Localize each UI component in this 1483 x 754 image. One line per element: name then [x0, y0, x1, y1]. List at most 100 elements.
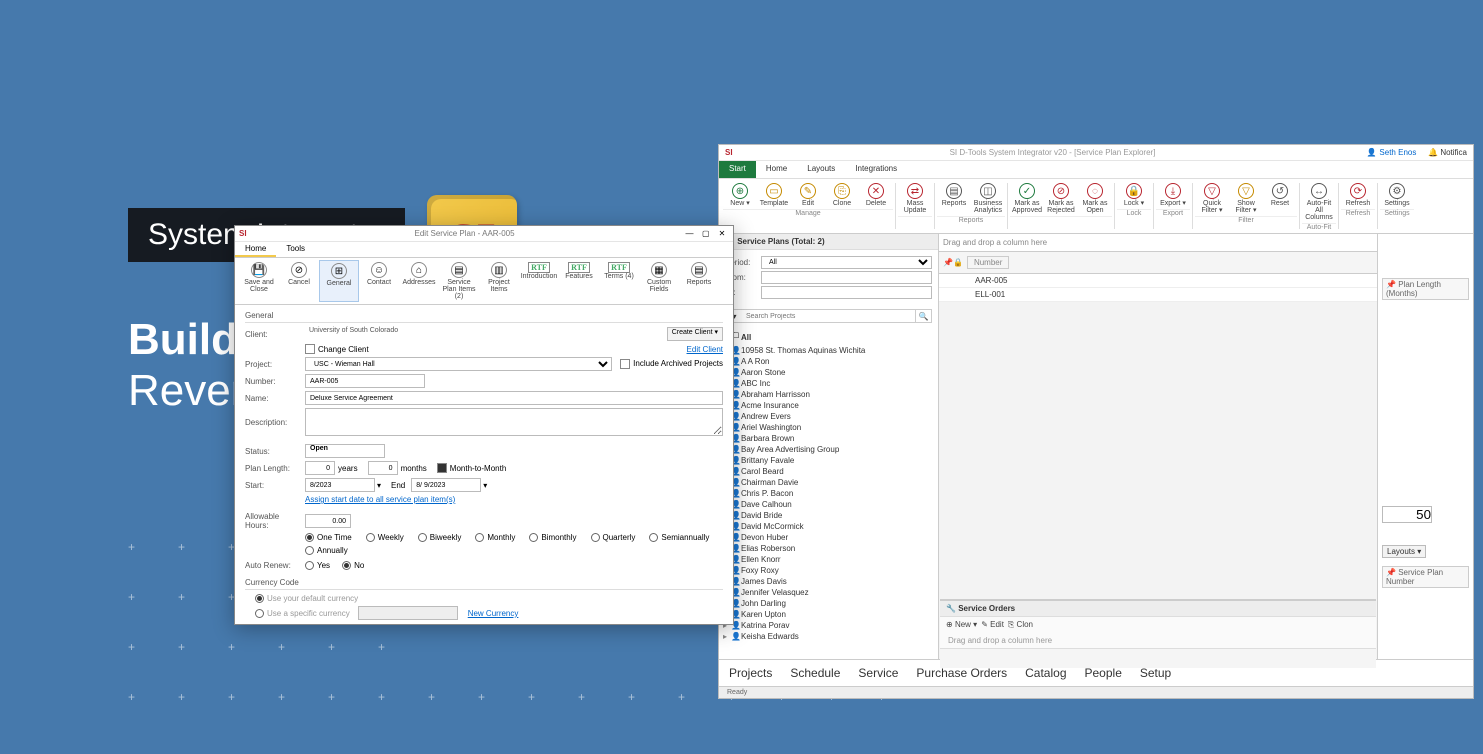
create-client-button[interactable]: Create Client ▾: [667, 327, 723, 341]
calendar-icon[interactable]: ▾: [483, 481, 487, 490]
tree-node[interactable]: ▸👤Jennifer Velasquez: [723, 587, 934, 598]
dlg-tab-tools[interactable]: Tools: [276, 242, 315, 257]
ribbon-show-filter--button[interactable]: ▽Show Filter ▾: [1229, 181, 1263, 216]
status-value[interactable]: Open: [305, 444, 385, 458]
grid-row[interactable]: ELL-001: [939, 288, 1377, 302]
dlg-custom-fields-button[interactable]: ▦Custom Fields: [639, 260, 679, 302]
tree-node[interactable]: ▸👤Abraham Harrisson: [723, 389, 934, 400]
dlg-save-and-close-button[interactable]: 💾Save and Close: [239, 260, 279, 302]
m2m-checkbox[interactable]: [437, 463, 447, 473]
search-icon[interactable]: 🔍: [915, 310, 931, 322]
bottom-tab-service[interactable]: Service: [858, 666, 898, 680]
tree-node[interactable]: ▸👤John Darling: [723, 598, 934, 609]
minimize-button[interactable]: —: [683, 229, 697, 238]
bottom-tab-people[interactable]: People: [1085, 666, 1122, 680]
ribbon-quick-filter--button[interactable]: ▽Quick Filter ▾: [1195, 181, 1229, 216]
change-client-checkbox[interactable]: [305, 344, 315, 354]
ribbon-reset-button[interactable]: ↺Reset: [1263, 181, 1297, 216]
ribbon-mark-as-open-button[interactable]: ◌Mark as Open: [1078, 181, 1112, 216]
allow-biweekly-radio[interactable]: Biweekly: [418, 533, 462, 542]
tree-node[interactable]: ▸👤Ellen Knorr: [723, 554, 934, 565]
user-avatar-icon[interactable]: 👤: [1366, 148, 1376, 157]
pin-icon[interactable]: 📌: [943, 258, 953, 267]
project-select[interactable]: USC - Wieman Hall: [305, 357, 612, 371]
tree-node[interactable]: ▸👤Brittany Favale: [723, 455, 934, 466]
tree-node[interactable]: ▸👤Chris P. Bacon: [723, 488, 934, 499]
dlg-addresses-button[interactable]: ⌂Addresses: [399, 260, 439, 302]
dlg-terms--button[interactable]: RTFTerms (4): [599, 260, 639, 302]
tree-node[interactable]: ▸👤10958 St. Thomas Aquinas Wichita: [723, 345, 934, 356]
close-button[interactable]: ✕: [715, 229, 729, 238]
desc-textarea[interactable]: [305, 408, 723, 436]
bottom-tab-projects[interactable]: Projects: [729, 666, 772, 680]
tab-home[interactable]: Home: [756, 161, 797, 178]
ribbon-mark-as-approved-button[interactable]: ✓Mark as Approved: [1010, 181, 1044, 216]
ribbon-mark-as-rejected-button[interactable]: ⊘Mark as Rejected: [1044, 181, 1078, 216]
search-input[interactable]: [742, 310, 915, 322]
dlg-tab-home[interactable]: Home: [235, 242, 276, 257]
ribbon-new--button[interactable]: ⊕New ▾: [723, 181, 757, 209]
tree-node[interactable]: ▸👤Keisha Edwards: [723, 631, 934, 642]
tree-node[interactable]: ▸👤James Davis: [723, 576, 934, 587]
ribbon-reports-button[interactable]: ▤Reports: [937, 181, 971, 216]
cc-select[interactable]: [358, 606, 458, 620]
notify-label[interactable]: Notifica: [1440, 148, 1467, 157]
years-input[interactable]: [305, 461, 335, 475]
ribbon-clone-button[interactable]: ⎘Clone: [825, 181, 859, 209]
allow-weekly-radio[interactable]: Weekly: [366, 533, 404, 542]
tree-node[interactable]: ▸👤Dave Calhoun: [723, 499, 934, 510]
name-input[interactable]: [305, 391, 723, 405]
maximize-button[interactable]: ▢: [699, 229, 713, 238]
dlg-introduction-button[interactable]: RTFIntroduction: [519, 260, 559, 302]
plan-length-value[interactable]: [1382, 506, 1432, 523]
ribbon-edit-button[interactable]: ✎Edit: [791, 181, 825, 209]
to-input[interactable]: [761, 286, 932, 299]
allow-annually-radio[interactable]: Annually: [305, 546, 348, 555]
number-input[interactable]: [305, 374, 425, 388]
tree-node[interactable]: ▸👤ABC Inc: [723, 378, 934, 389]
project-tree[interactable]: ▾ 🗀 All ▸👤10958 St. Thomas Aquinas Wichi…: [719, 327, 938, 659]
dlg-general-button[interactable]: ⊞General: [319, 260, 359, 302]
ribbon-business-analytics-button[interactable]: ◫Business Analytics: [971, 181, 1005, 216]
tree-node[interactable]: ▸👤Barbara Brown: [723, 433, 934, 444]
tree-node[interactable]: ▸👤Bay Area Advertising Group: [723, 444, 934, 455]
tree-node[interactable]: ▸👤Acme Insurance: [723, 400, 934, 411]
service-plan-number-col[interactable]: 📌 Service Plan Number: [1382, 566, 1469, 588]
tree-node[interactable]: ▸👤Chairman Davie: [723, 477, 934, 488]
end-date-input[interactable]: [411, 478, 481, 492]
bottom-tab-setup[interactable]: Setup: [1140, 666, 1171, 680]
ribbon-mass-update-button[interactable]: ⇄Mass Update: [898, 181, 932, 216]
dlg-features-button[interactable]: RTFFeatures: [559, 260, 599, 302]
allow-semiannually-radio[interactable]: Semiannually: [649, 533, 709, 542]
start-date-input[interactable]: [305, 478, 375, 492]
user-name[interactable]: Seth Enos: [1379, 148, 1416, 157]
ribbon-auto-fit-all-columns-button[interactable]: ↔Auto-Fit All Columns: [1302, 181, 1336, 223]
tree-node[interactable]: ▸👤David McCormick: [723, 521, 934, 532]
new-currency-link[interactable]: New Currency: [468, 609, 519, 618]
cc-specific-radio[interactable]: [255, 609, 264, 618]
dlg-project-items-button[interactable]: ▥Project Items: [479, 260, 519, 302]
period-select[interactable]: All: [761, 256, 932, 269]
so-new-button[interactable]: ⊕ New ▾: [946, 620, 977, 630]
tree-node[interactable]: ▸👤Karen Upton: [723, 609, 934, 620]
tree-node[interactable]: ▸👤Katrina Porav: [723, 620, 934, 631]
allow-monthly-radio[interactable]: Monthly: [475, 533, 515, 542]
tree-node[interactable]: ▸👤Elias Roberson: [723, 543, 934, 554]
so-edit-button[interactable]: ✎ Edit: [981, 620, 1004, 630]
tree-node[interactable]: ▸👤David Bride: [723, 510, 934, 521]
allow-one-time-radio[interactable]: One Time: [305, 533, 352, 542]
tree-node[interactable]: ▸👤Andrew Evers: [723, 411, 934, 422]
tab-start[interactable]: Start: [719, 161, 756, 178]
ribbon-delete-button[interactable]: ✕Delete: [859, 181, 893, 209]
edit-client-link[interactable]: Edit Client: [687, 345, 723, 354]
bottom-tab-catalog[interactable]: Catalog: [1025, 666, 1066, 680]
bottom-tab-schedule[interactable]: Schedule: [790, 666, 840, 680]
tree-node[interactable]: ▸👤Devon Huber: [723, 532, 934, 543]
grid-row[interactable]: AAR-005: [939, 274, 1377, 288]
ribbon-lock--button[interactable]: 🔒Lock ▾: [1117, 181, 1151, 209]
cc-default-radio[interactable]: [255, 594, 264, 603]
so-clone-button[interactable]: ⎘ Clon: [1008, 620, 1033, 630]
tree-node[interactable]: ▸👤Aaron Stone: [723, 367, 934, 378]
from-input[interactable]: [761, 271, 932, 284]
ribbon-template-button[interactable]: ▭Template: [757, 181, 791, 209]
